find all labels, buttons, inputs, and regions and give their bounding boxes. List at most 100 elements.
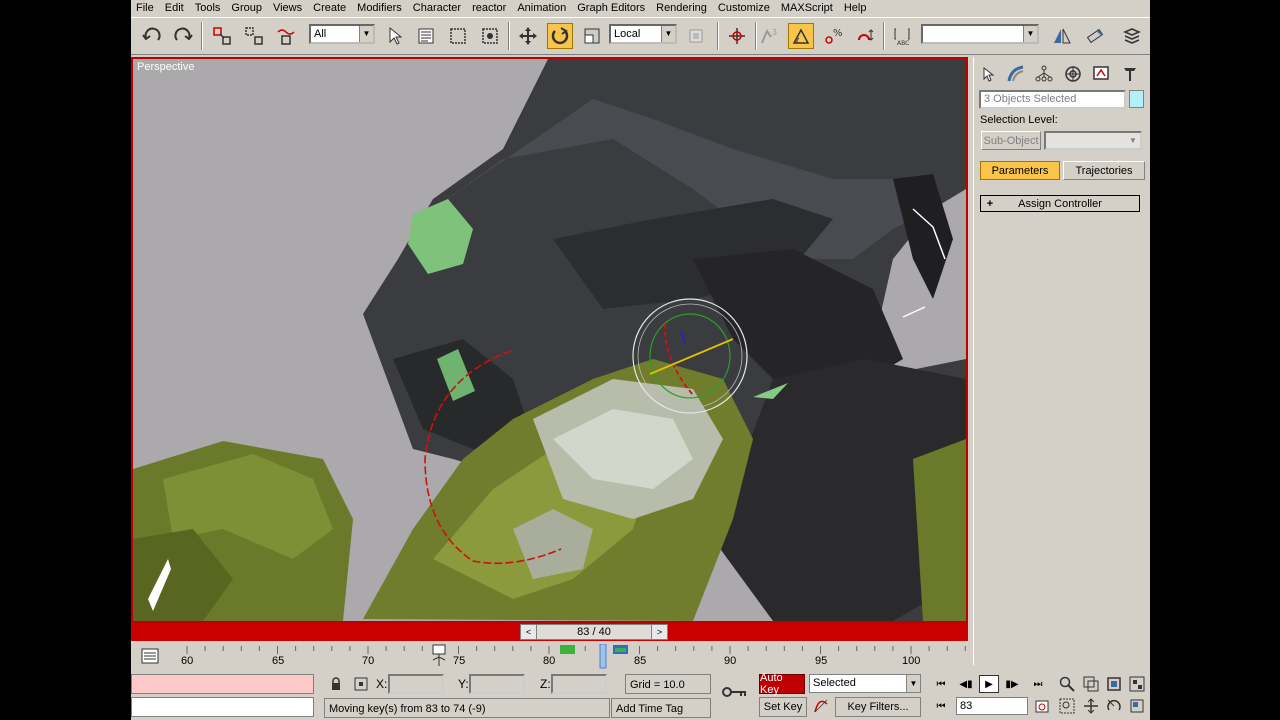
perspective-viewport[interactable]: Perspective [131,57,968,623]
percent-snap-toggle-icon[interactable]: % [821,23,847,49]
menu-tools[interactable]: Tools [190,0,227,16]
menu-animation[interactable]: Animation [512,0,572,16]
key-tangent-icon[interactable] [811,697,831,715]
modify-tab-icon[interactable] [1005,63,1027,85]
sub-object-dropdown[interactable]: ▼ [1044,131,1142,150]
next-key-icon[interactable]: ▮▶ [1002,675,1022,693]
menu-help[interactable]: Help [839,0,873,16]
previous-frame-button[interactable]: < [521,625,537,639]
zoom-icon[interactable] [1057,675,1077,693]
unlink-selection-icon[interactable] [241,23,267,49]
auto-key-button[interactable]: Auto Key [759,672,805,696]
region-zoom-icon[interactable] [1057,697,1077,715]
menu-customize[interactable]: Customize [713,0,776,16]
y-coordinate-field[interactable] [469,674,525,694]
menu-graph-editors[interactable]: Graph Editors [572,0,651,16]
select-by-name-icon[interactable] [413,23,439,49]
object-name-field[interactable]: 3 Objects Selected [979,90,1126,109]
assign-controller-rollout[interactable]: + Assign Controller [980,195,1140,212]
key-mode-toggle-icon[interactable]: ⏮ [931,697,951,715]
time-slider-thumb[interactable]: 83 / 40 [537,625,651,639]
select-and-scale-icon[interactable] [579,23,605,49]
menu-reactor[interactable]: reactor [467,0,512,16]
angle-snap-toggle-icon[interactable] [788,23,814,49]
chevron-down-icon: ▼ [661,26,675,42]
parameters-button[interactable]: Parameters [980,161,1060,180]
trajectories-button[interactable]: Trajectories [1063,161,1145,180]
maximize-viewport-icon[interactable] [1127,697,1147,715]
menu-group[interactable]: Group [226,0,268,16]
z-coordinate-field[interactable] [551,674,607,694]
tick-label: 95 [815,655,828,667]
current-frame-indicator[interactable] [599,644,607,669]
menu-modifiers[interactable]: Modifiers [352,0,408,16]
x-coordinate-field[interactable] [388,674,444,694]
key-mode-dropdown[interactable]: Selected ▼ [809,674,921,693]
zoom-extents-all-icon[interactable] [1127,675,1147,693]
bind-to-space-warp-icon[interactable] [273,23,299,49]
menu-views[interactable]: Views [268,0,308,16]
window-crossing-icon[interactable] [477,23,503,49]
redo-icon[interactable] [170,23,196,49]
absolute-mode-transform-icon[interactable] [351,675,371,693]
maxscript-input-field[interactable] [131,697,314,717]
next-frame-button[interactable]: > [651,625,667,639]
maxscript-listener-field[interactable] [131,674,314,694]
display-tab-icon[interactable] [1090,63,1112,85]
selection-level-label: Selection Level: [980,114,1058,126]
go-to-end-icon[interactable]: ⏭ [1028,675,1048,693]
previous-key-icon[interactable]: ◀▮ [956,675,976,693]
motion-tab-icon[interactable] [1062,63,1084,85]
mirror-icon[interactable] [1049,23,1075,49]
named-selection-sets-dropdown[interactable]: ▼ [921,24,1039,44]
use-pivot-center-icon[interactable] [683,23,709,49]
rectangular-selection-region-icon[interactable] [445,23,471,49]
undo-icon[interactable] [139,23,165,49]
menu-character[interactable]: Character [408,0,467,16]
layer-manager-icon[interactable] [1119,23,1145,49]
reference-coordinate-system-dropdown[interactable]: Local ▼ [609,24,677,44]
menu-maxscript[interactable]: MAXScript [776,0,839,16]
spinner-snap-toggle-icon[interactable] [853,23,879,49]
zoom-all-icon[interactable] [1081,675,1101,693]
object-color-swatch[interactable] [1129,90,1144,108]
select-and-move-icon[interactable] [515,23,541,49]
chevron-down-icon: ▼ [1023,26,1037,42]
time-slider-bar: < 83 / 40 > [131,623,968,641]
time-slider[interactable]: < 83 / 40 > [520,624,668,640]
current-frame-field[interactable]: 83 [956,697,1028,715]
viewport-label[interactable]: Perspective [137,61,194,73]
select-object-icon[interactable] [382,23,408,49]
play-icon[interactable]: ▶ [979,675,999,693]
sub-object-button[interactable]: Sub-Object [981,131,1041,150]
go-to-start-icon[interactable]: ⏮ [931,675,951,693]
key-filters-button[interactable]: Key Filters... [835,697,921,717]
menu-rendering[interactable]: Rendering [651,0,713,16]
utilities-tab-icon[interactable] [1119,63,1141,85]
menu-edit[interactable]: Edit [160,0,190,16]
select-and-link-icon[interactable] [209,23,235,49]
track-bar[interactable]: 60 65 70 75 80 85 90 95 100 [131,644,968,672]
snaps-toggle-icon[interactable]: 3 [756,23,782,49]
arc-rotate-icon[interactable] [1104,697,1124,715]
zoom-extents-icon[interactable] [1104,675,1124,693]
time-configuration-icon[interactable] [1032,697,1052,715]
menu-create[interactable]: Create [308,0,352,16]
z-label: Z: [540,677,551,691]
select-and-manipulate-icon[interactable] [724,23,750,49]
lock-icon[interactable] [326,675,346,693]
hierarchy-tab-icon[interactable] [1033,63,1055,85]
key-icon[interactable] [720,683,750,701]
set-key-button[interactable]: Set Key [759,697,807,717]
add-time-tag-button[interactable]: Add Time Tag [611,698,711,718]
create-tab-icon[interactable] [978,63,1000,85]
selection-filter-dropdown[interactable]: All ▼ [309,24,375,44]
pan-view-icon[interactable] [1081,697,1101,715]
align-icon[interactable] [1082,23,1108,49]
menu-file[interactable]: File [131,0,160,16]
tick-label: 75 [453,655,466,667]
edit-named-selection-sets-icon[interactable]: ABC [889,23,915,49]
key-marker[interactable] [560,645,575,654]
select-and-rotate-icon[interactable] [547,23,573,49]
key-mode-value: Selected [813,677,856,689]
